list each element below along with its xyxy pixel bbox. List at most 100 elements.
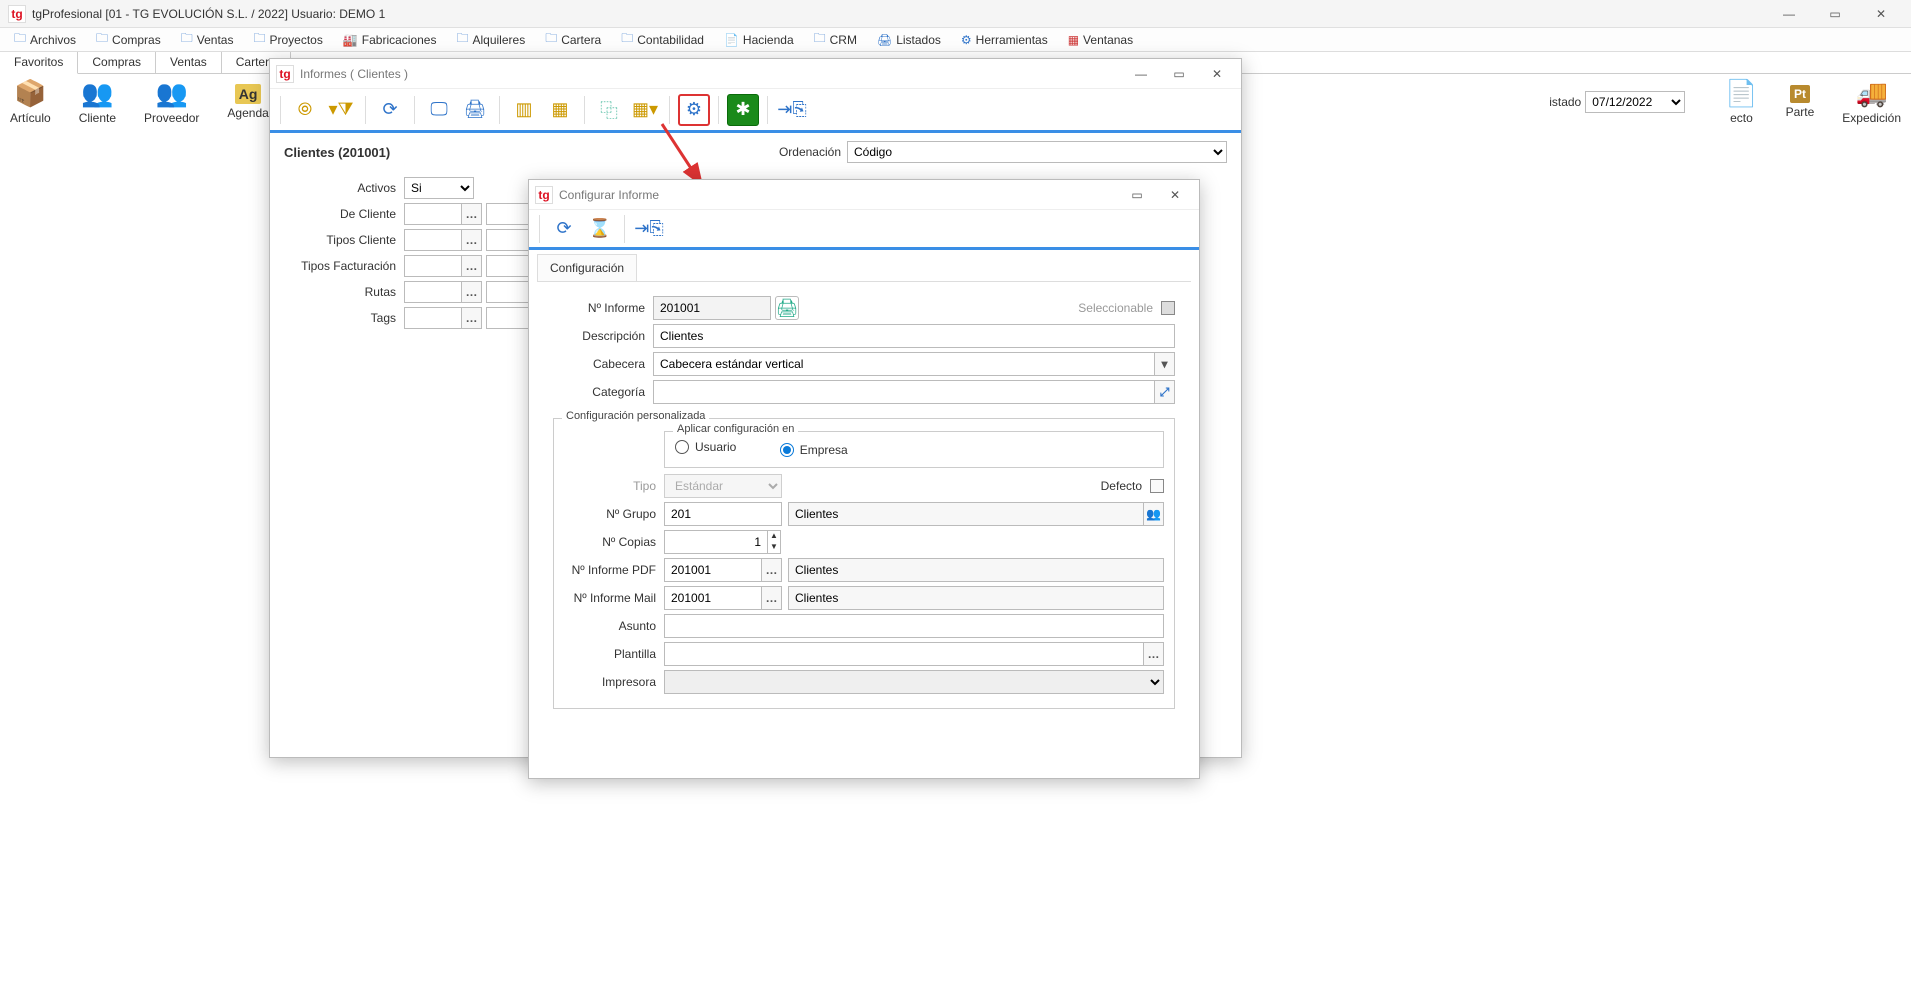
plantilla-label: Plantilla (564, 647, 664, 661)
document-icon: 📄 (724, 33, 739, 47)
tiposfact-input[interactable] (404, 255, 462, 277)
lookup-button[interactable]: … (762, 558, 782, 582)
folder-icon: 🗀 (814, 29, 826, 50)
print-icon-button[interactable]: 🖨 (775, 296, 799, 320)
lookup-button[interactable]: … (462, 255, 482, 277)
app-logo: tg (276, 65, 294, 83)
ordenacion-select[interactable]: Código (847, 141, 1227, 163)
grid-button[interactable]: ▦ (544, 94, 576, 126)
favorite-button[interactable]: ✱ (727, 94, 759, 126)
lookup-button[interactable]: … (462, 307, 482, 329)
print-button[interactable]: 🖨 (459, 94, 491, 126)
radio-empresa[interactable]: Empresa (780, 443, 848, 457)
exit-button[interactable]: ⇥⎘ (633, 213, 665, 245)
menu-herramientas[interactable]: ⚙Herramientas (951, 28, 1058, 51)
tiposcliente-input[interactable] (404, 229, 462, 251)
folder-icon: 🗀 (253, 29, 265, 50)
refresh-button[interactable]: ⟳ (374, 94, 406, 126)
screen-button[interactable]: 🖵 (423, 94, 455, 126)
radio-usuario[interactable]: Usuario (675, 440, 736, 454)
tab-ventas[interactable]: Ventas (156, 52, 222, 73)
folder-icon: 🗀 (96, 29, 108, 50)
filter-button[interactable]: ▾⧩ (325, 94, 357, 126)
menu-alquileres[interactable]: 🗀Alquileres (446, 28, 535, 51)
menu-proyectos[interactable]: 🗀Proyectos (243, 28, 332, 51)
decliente-input[interactable] (404, 203, 462, 225)
copy-button[interactable]: ⿻ (593, 94, 625, 126)
nmail-field[interactable] (664, 586, 762, 610)
menu-contabilidad[interactable]: 🗀Contabilidad (611, 28, 714, 51)
tab-favoritos[interactable]: Favoritos (0, 52, 78, 74)
menu-cartera[interactable]: 🗀Cartera (535, 28, 611, 51)
tree-button[interactable]: ⤢ (1155, 380, 1175, 404)
group-aplicar: Aplicar configuración en Usuario Empresa (664, 431, 1164, 468)
menu-archivos[interactable]: 🗀Archivos (4, 28, 86, 51)
close-button[interactable]: ✕ (1199, 60, 1235, 88)
menu-listados[interactable]: 🖨Listados (867, 28, 951, 51)
impresora-select[interactable] (664, 670, 1164, 694)
config-button[interactable]: ⚙ (678, 94, 710, 126)
rutas-input[interactable] (404, 281, 462, 303)
menu-fabricaciones[interactable]: 🏭Fabricaciones (333, 28, 447, 51)
close-button[interactable]: ✕ (1859, 0, 1903, 28)
hourglass-button[interactable]: ⌛ (584, 213, 616, 245)
expand-button[interactable]: ⦾ (289, 94, 321, 126)
categoria-field[interactable] (653, 380, 1155, 404)
dropdown-button[interactable]: ▾ (1155, 352, 1175, 376)
ribbon-parte[interactable]: PtParte (1786, 85, 1815, 119)
ncopias-label: Nº Copias (564, 535, 664, 549)
plantilla-field[interactable] (664, 642, 1144, 666)
box-icon: 📦 (14, 78, 46, 109)
descripcion-field[interactable] (653, 324, 1175, 348)
istado-date[interactable]: 07/12/2022 (1585, 91, 1685, 113)
maximize-button[interactable]: ▭ (1119, 181, 1155, 209)
tags-input[interactable] (404, 307, 462, 329)
dialog-toolbar: ⟳ ⌛ ⇥⎘ (529, 210, 1199, 250)
activos-select[interactable]: Si (404, 177, 474, 199)
people-icon: 👥 (156, 78, 188, 109)
defecto-checkbox[interactable] (1150, 479, 1164, 493)
ribbon-proveedor[interactable]: 👥Proveedor (144, 78, 199, 125)
lookup-button[interactable]: … (462, 281, 482, 303)
people-lookup-button[interactable]: 👥 (1144, 502, 1164, 526)
asunto-field[interactable] (664, 614, 1164, 638)
refresh-button[interactable]: ⟳ (548, 213, 580, 245)
npdf-field[interactable] (664, 558, 762, 582)
close-button[interactable]: ✕ (1157, 181, 1193, 209)
export-button[interactable]: ▦▾ (629, 94, 661, 126)
folder-icon: 🗀 (14, 29, 26, 50)
ngrupo-field[interactable] (664, 502, 782, 526)
ribbon-ecto[interactable]: 📄ecto (1725, 78, 1757, 125)
menu-ventas[interactable]: 🗀Ventas (171, 28, 244, 51)
ribbon-articulo[interactable]: 📦Artículo (10, 78, 51, 125)
minimize-button[interactable]: — (1767, 0, 1811, 28)
minimize-button[interactable]: — (1123, 60, 1159, 88)
dialog-title: Configurar Informe (559, 188, 659, 202)
lookup-button[interactable]: … (1144, 642, 1164, 666)
maximize-button[interactable]: ▭ (1161, 60, 1197, 88)
lookup-button[interactable]: … (462, 203, 482, 225)
spin-down[interactable]: ▼ (768, 542, 780, 553)
lookup-button[interactable]: … (762, 586, 782, 610)
tab-configuracion[interactable]: Configuración (537, 254, 637, 281)
menu-compras[interactable]: 🗀Compras (86, 28, 171, 51)
menu-hacienda[interactable]: 📄Hacienda (714, 28, 804, 51)
ribbon-agenda[interactable]: AgAgenda (227, 84, 268, 120)
app-logo: tg (8, 5, 26, 23)
maximize-button[interactable]: ▭ (1813, 0, 1857, 28)
lookup-button[interactable]: … (462, 229, 482, 251)
cabecera-field[interactable] (653, 352, 1155, 376)
tiposcliente-label: Tipos Cliente (284, 233, 404, 247)
exit-button[interactable]: ⇥⎘ (776, 94, 808, 126)
spin-up[interactable]: ▲ (768, 531, 780, 542)
tab-compras[interactable]: Compras (78, 52, 156, 73)
ribbon-expedicion[interactable]: 🚚Expedición (1842, 78, 1901, 125)
tipo-select: Estándar (664, 474, 782, 498)
ncopias-field[interactable] (664, 530, 768, 554)
columns-button[interactable]: ▥ (508, 94, 540, 126)
decliente-label: De Cliente (284, 207, 404, 221)
menu-ventanas[interactable]: ▦Ventanas (1058, 28, 1143, 51)
menu-crm[interactable]: 🗀CRM (804, 28, 867, 51)
categoria-label: Categoría (553, 385, 653, 399)
ribbon-cliente[interactable]: 👥Cliente (79, 78, 116, 125)
